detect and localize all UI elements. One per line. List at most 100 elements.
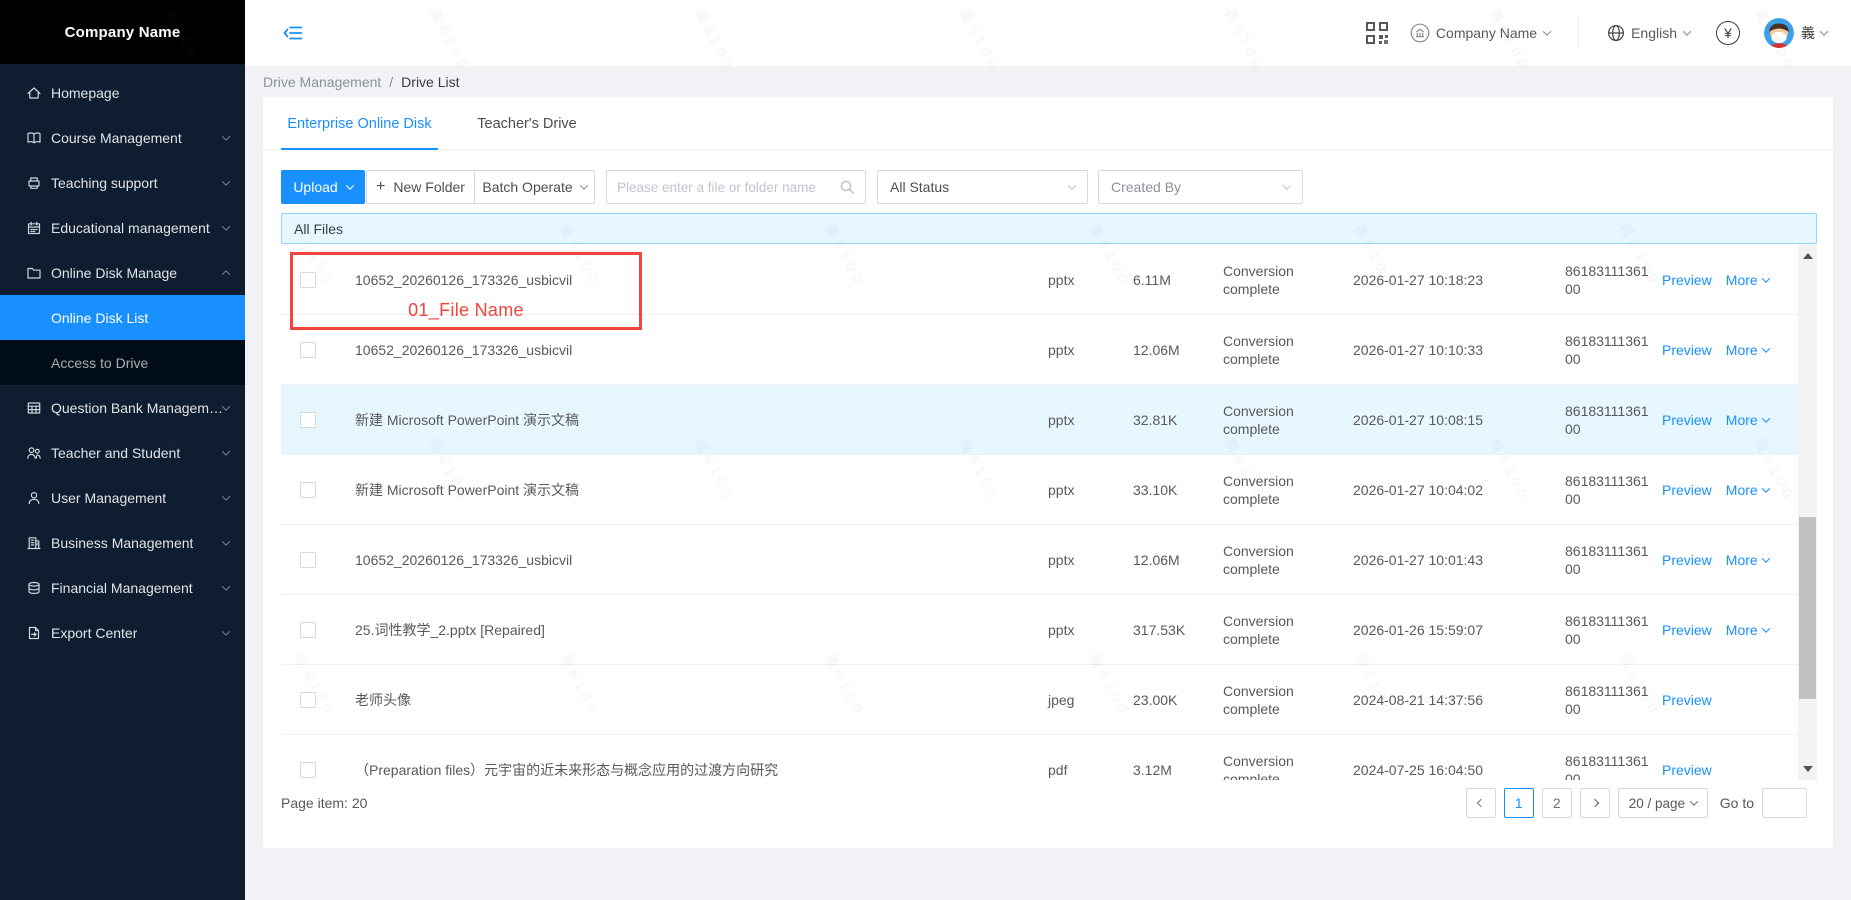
scrollbar-thumb[interactable] [1799,517,1816,699]
row-checkbox[interactable] [300,622,316,638]
row-checkbox[interactable] [300,762,316,778]
file-name-cell[interactable]: 老师头像 [355,690,411,710]
chevron-down-icon [345,181,353,189]
chevron-down-icon [222,582,230,590]
file-status-cell: Conversion complete [1223,262,1315,298]
preview-link[interactable]: Preview [1662,272,1712,288]
breadcrumb-parent[interactable]: Drive Management [263,74,381,90]
chevron-down-icon [1761,274,1769,282]
file-size-cell: 23.00K [1133,692,1177,708]
globe-icon [1607,24,1625,42]
yen-currency-icon[interactable]: ¥ [1716,21,1740,45]
row-checkbox[interactable] [300,272,316,288]
sidebar-item-homepage[interactable]: Homepage [0,70,245,115]
file-name-cell[interactable]: 10652_20260126_173326_usbicvil [355,552,572,568]
plus-icon: + [376,179,385,195]
tab-enterprise-online-disk[interactable]: Enterprise Online Disk [281,97,438,150]
page-size-select[interactable]: 20 / page [1618,788,1708,818]
preview-link[interactable]: Preview [1662,412,1712,428]
file-name-cell[interactable]: （Preparation files）元宇宙的近未来形态与概念应用的过渡方向研究 [355,760,778,780]
row-checkbox[interactable] [300,412,316,428]
preview-link[interactable]: Preview [1662,692,1712,708]
file-time-cell: 2026-01-27 10:08:15 [1353,412,1483,428]
breadcrumb-current: Drive List [401,74,459,90]
search-icon[interactable] [839,179,855,195]
sidebar-item-export-center[interactable]: Export Center [0,610,245,655]
sidebar-item-user-management[interactable]: User Management [0,475,245,520]
status-filter-select[interactable]: All Status [877,170,1088,204]
upload-label: Upload [293,179,337,195]
more-link[interactable]: More [1726,272,1769,288]
table-row: 10652_20260126_173326_usbicvilpptx12.06M… [281,525,1798,595]
sidebar-item-financial-management[interactable]: Financial Management [0,565,245,610]
sidebar-item-online-disk-list[interactable]: Online Disk List [0,295,245,340]
more-link[interactable]: More [1726,622,1769,638]
scroll-down-arrow[interactable] [1803,766,1813,772]
sidebar-item-educational-management[interactable]: Educational management [0,205,245,250]
sidebar-item-teaching-support[interactable]: Teaching support [0,160,245,205]
qr-code-icon[interactable] [1366,22,1388,44]
tab-teachers-drive[interactable]: Teacher's Drive [467,97,587,150]
company-logo-text: Company Name [65,24,181,41]
preview-label: Preview [1662,482,1712,498]
username-label: 義 [1801,23,1815,43]
row-actions: Preview More [1662,412,1769,428]
preview-link[interactable]: Preview [1662,552,1712,568]
goto-page-input[interactable] [1762,788,1807,818]
file-name-cell[interactable]: 10652_20260126_173326_usbicvil [355,272,572,288]
row-checkbox[interactable] [300,342,316,358]
row-checkbox[interactable] [300,482,316,498]
preview-link[interactable]: Preview [1662,762,1712,778]
more-link[interactable]: More [1726,482,1769,498]
sidebar-item-business-management[interactable]: Business Management [0,520,245,565]
upload-button[interactable]: Upload [281,170,365,204]
table-row: 老师头像jpeg23.00KConversion complete2024-08… [281,665,1798,735]
avatar [1764,18,1794,48]
more-link[interactable]: More [1726,552,1769,568]
scroll-up-arrow[interactable] [1803,253,1813,259]
next-page-button[interactable] [1580,788,1610,818]
sidebar-item-course-management[interactable]: Course Management [0,115,245,160]
sidebar-item-online-disk-manage[interactable]: Online Disk Manage [0,250,245,295]
chevron-down-icon [1543,27,1551,35]
sidebar-item-label: User Management [51,490,166,506]
sidebar-item-question-bank-management[interactable]: Question Bank Management [0,385,245,430]
file-name-cell[interactable]: 新建 Microsoft PowerPoint 演示文稿 [355,480,579,500]
language-switcher[interactable]: English [1607,24,1690,42]
sidebar-item-label: Educational management [51,220,210,236]
new-folder-button[interactable]: + New Folder [367,171,474,203]
prev-page-button[interactable] [1466,788,1496,818]
file-name-cell[interactable]: 10652_20260126_173326_usbicvil [355,342,572,358]
sidebar-item-access-to-drive[interactable]: Access to Drive [0,340,245,385]
file-time-cell: 2024-07-25 16:04:50 [1353,762,1483,778]
created-by-filter-select[interactable]: Created By [1098,170,1303,204]
user-menu[interactable]: 義 [1764,18,1827,48]
search-box [606,170,866,204]
home-icon [26,85,42,101]
company-switcher[interactable]: Company Name [1410,23,1550,43]
more-link[interactable]: More [1726,342,1769,358]
chevron-down-icon [1761,484,1769,492]
folder-path-bar: All Files [281,213,1817,244]
file-status-cell: Conversion complete [1223,612,1315,648]
row-checkbox[interactable] [300,552,316,568]
sidebar-item-teacher-and-student[interactable]: Teacher and Student [0,430,245,475]
row-checkbox[interactable] [300,692,316,708]
sidebar: Company Name Homepage Course Management Te… [0,0,245,900]
search-input[interactable] [617,180,839,195]
menu-fold-icon[interactable] [283,23,303,43]
preview-link[interactable]: Preview [1662,342,1712,358]
file-name-cell[interactable]: 25.词性教学_2.pptx [Repaired] [355,620,545,640]
file-name-cell[interactable]: 新建 Microsoft PowerPoint 演示文稿 [355,410,579,430]
page-button-2[interactable]: 2 [1542,788,1572,818]
preview-link[interactable]: Preview [1662,622,1712,638]
sidebar-item-label: Course Management [51,130,182,146]
batch-operate-button[interactable]: Batch Operate [474,171,594,203]
page-button-1[interactable]: 1 [1504,788,1534,818]
new-folder-label: New Folder [393,179,465,195]
chevron-down-icon [222,132,230,140]
more-link[interactable]: More [1726,412,1769,428]
sidebar-item-label: Homepage [51,85,120,101]
preview-link[interactable]: Preview [1662,482,1712,498]
file-type-cell: pptx [1048,482,1074,498]
